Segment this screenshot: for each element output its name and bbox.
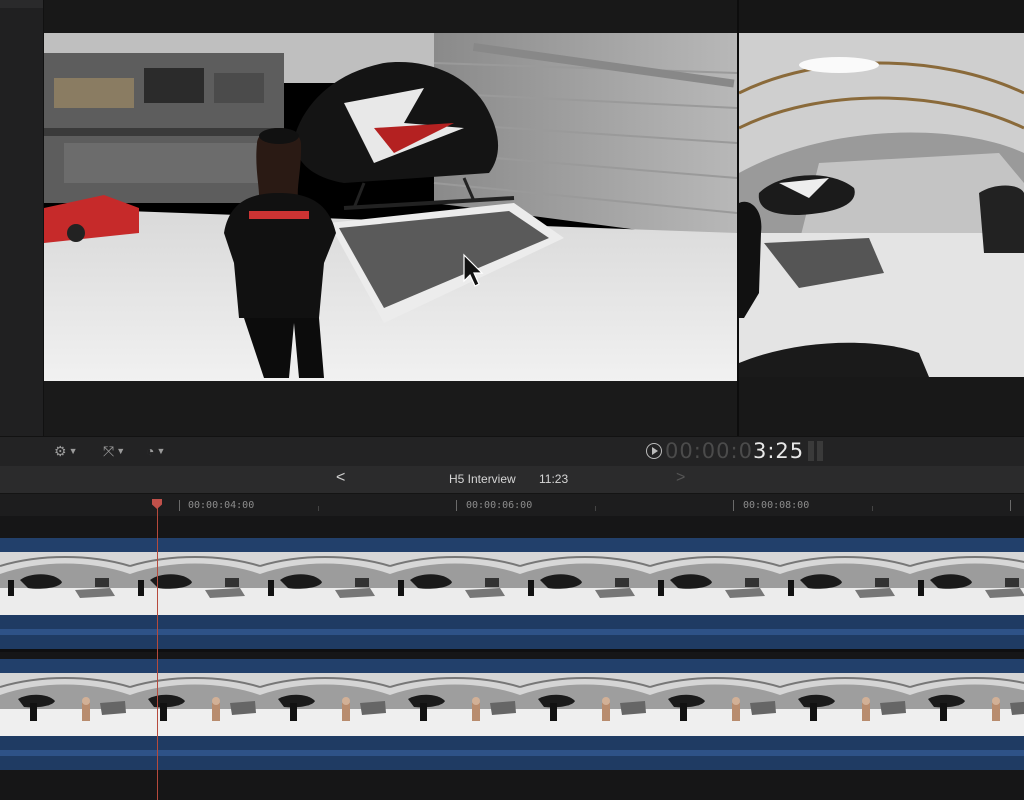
transform-button[interactable]: ⤧ ▼ bbox=[103, 441, 125, 461]
chevron-down-icon: ▼ bbox=[156, 446, 166, 456]
left-panel bbox=[0, 0, 44, 436]
playhead[interactable] bbox=[157, 499, 158, 800]
clip-title-bar bbox=[0, 538, 1024, 552]
clip-filmstrip bbox=[0, 552, 1024, 615]
transport-bar: ⚙ ▼ ⤧ ▼ ◔ ▼ 00:00:0 3:25 bbox=[0, 436, 1024, 467]
timecode-value: 3:25 bbox=[752, 439, 805, 463]
timecode-display[interactable]: 00:00:0 3:25 bbox=[646, 438, 804, 464]
filmstrip-thumbnails bbox=[0, 552, 1024, 615]
audio-meters[interactable] bbox=[808, 441, 826, 461]
angle-viewer-frame[interactable] bbox=[739, 33, 1024, 377]
viewer-footer bbox=[44, 381, 737, 436]
filmstrip-thumbnails bbox=[0, 673, 1024, 736]
clip-title-bar bbox=[0, 659, 1024, 673]
timeline-header: < H5 Interview 11:23 > bbox=[0, 466, 1024, 494]
project-name: H5 Interview bbox=[449, 472, 516, 486]
chevron-down-icon: ▼ bbox=[68, 446, 78, 456]
speed-button[interactable]: ◔ ▼ bbox=[146, 441, 165, 461]
angle-viewer-header bbox=[739, 0, 1024, 33]
chevron-down-icon: ▼ bbox=[116, 446, 126, 456]
clip-audio-waveform bbox=[0, 615, 1024, 649]
project-duration: 11:23 bbox=[539, 472, 569, 486]
angle-video-frame bbox=[739, 33, 1024, 377]
speed-icon: ◔ bbox=[146, 443, 155, 459]
view-options-icon: ⚙ bbox=[54, 442, 67, 459]
viewer-header bbox=[44, 0, 737, 34]
viewer-video-frame bbox=[44, 33, 737, 381]
clip-filmstrip bbox=[0, 673, 1024, 736]
ruler-label: 00:00:08:00 bbox=[743, 500, 810, 511]
timecode-leading: 00:00:0 bbox=[665, 439, 753, 463]
back-button[interactable]: < bbox=[336, 469, 345, 487]
forward-button[interactable]: > bbox=[676, 469, 685, 487]
view-options-button[interactable]: ⚙ ▼ bbox=[54, 441, 77, 461]
viewer-frame[interactable] bbox=[44, 33, 737, 381]
angle-viewer-footer bbox=[739, 377, 1024, 436]
ruler-label: 00:00:06:00 bbox=[466, 500, 533, 511]
transform-icon: ⤧ bbox=[103, 442, 115, 459]
clip-audio-waveform bbox=[0, 736, 1024, 770]
ruler-label: 00:00:04:00 bbox=[188, 500, 255, 511]
timeline-tracks[interactable] bbox=[0, 516, 1024, 800]
play-icon[interactable] bbox=[646, 443, 662, 459]
